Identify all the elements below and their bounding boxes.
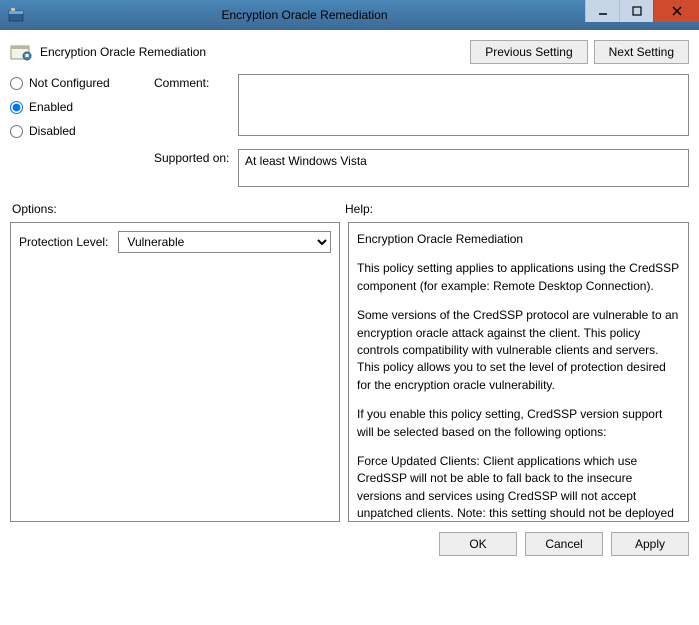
window-title: Encryption Oracle Remediation: [24, 8, 585, 22]
radio-label: Not Configured: [29, 76, 110, 90]
supported-label: Supported on:: [154, 149, 234, 165]
comment-label: Comment:: [154, 74, 234, 90]
policy-icon: [10, 43, 32, 61]
help-text: Some versions of the CredSSP protocol ar…: [357, 307, 680, 394]
previous-setting-button[interactable]: Previous Setting: [470, 40, 587, 64]
protection-level-label: Protection Level:: [19, 235, 108, 249]
close-button[interactable]: [653, 0, 699, 22]
supported-textarea[interactable]: At least Windows Vista: [238, 149, 689, 187]
radio-disabled-input[interactable]: [10, 125, 23, 138]
app-icon: [8, 7, 24, 23]
radio-not-configured-input[interactable]: [10, 77, 23, 90]
radio-label: Enabled: [29, 100, 73, 114]
help-text: Force Updated Clients: Client applicatio…: [357, 453, 680, 522]
radio-label: Disabled: [29, 124, 76, 138]
policy-title: Encryption Oracle Remediation: [40, 45, 206, 59]
next-setting-button[interactable]: Next Setting: [594, 40, 689, 64]
help-text: If you enable this policy setting, CredS…: [357, 406, 680, 441]
options-panel: Protection Level: Force Updated ClientsM…: [10, 222, 340, 522]
help-heading: Help:: [340, 202, 373, 216]
help-panel[interactable]: Encryption Oracle Remediation This polic…: [348, 222, 689, 522]
minimize-button[interactable]: [585, 0, 619, 22]
options-heading: Options:: [10, 202, 340, 216]
cancel-button[interactable]: Cancel: [525, 532, 603, 556]
window-controls: [585, 0, 699, 30]
ok-button[interactable]: OK: [439, 532, 517, 556]
footer: OK Cancel Apply: [0, 522, 699, 566]
radio-enabled-input[interactable]: [10, 101, 23, 114]
header: Encryption Oracle Remediation Previous S…: [10, 40, 689, 64]
radio-disabled[interactable]: Disabled: [10, 124, 150, 138]
protection-level-select[interactable]: Force Updated ClientsMitigatedVulnerable: [118, 231, 331, 253]
radio-enabled[interactable]: Enabled: [10, 100, 150, 114]
apply-button[interactable]: Apply: [611, 532, 689, 556]
help-text: This policy setting applies to applicati…: [357, 260, 680, 295]
maximize-button[interactable]: [619, 0, 653, 22]
help-text: Encryption Oracle Remediation: [357, 231, 680, 248]
comment-textarea[interactable]: [238, 74, 689, 136]
radio-not-configured[interactable]: Not Configured: [10, 76, 150, 90]
title-bar: Encryption Oracle Remediation: [0, 0, 699, 30]
